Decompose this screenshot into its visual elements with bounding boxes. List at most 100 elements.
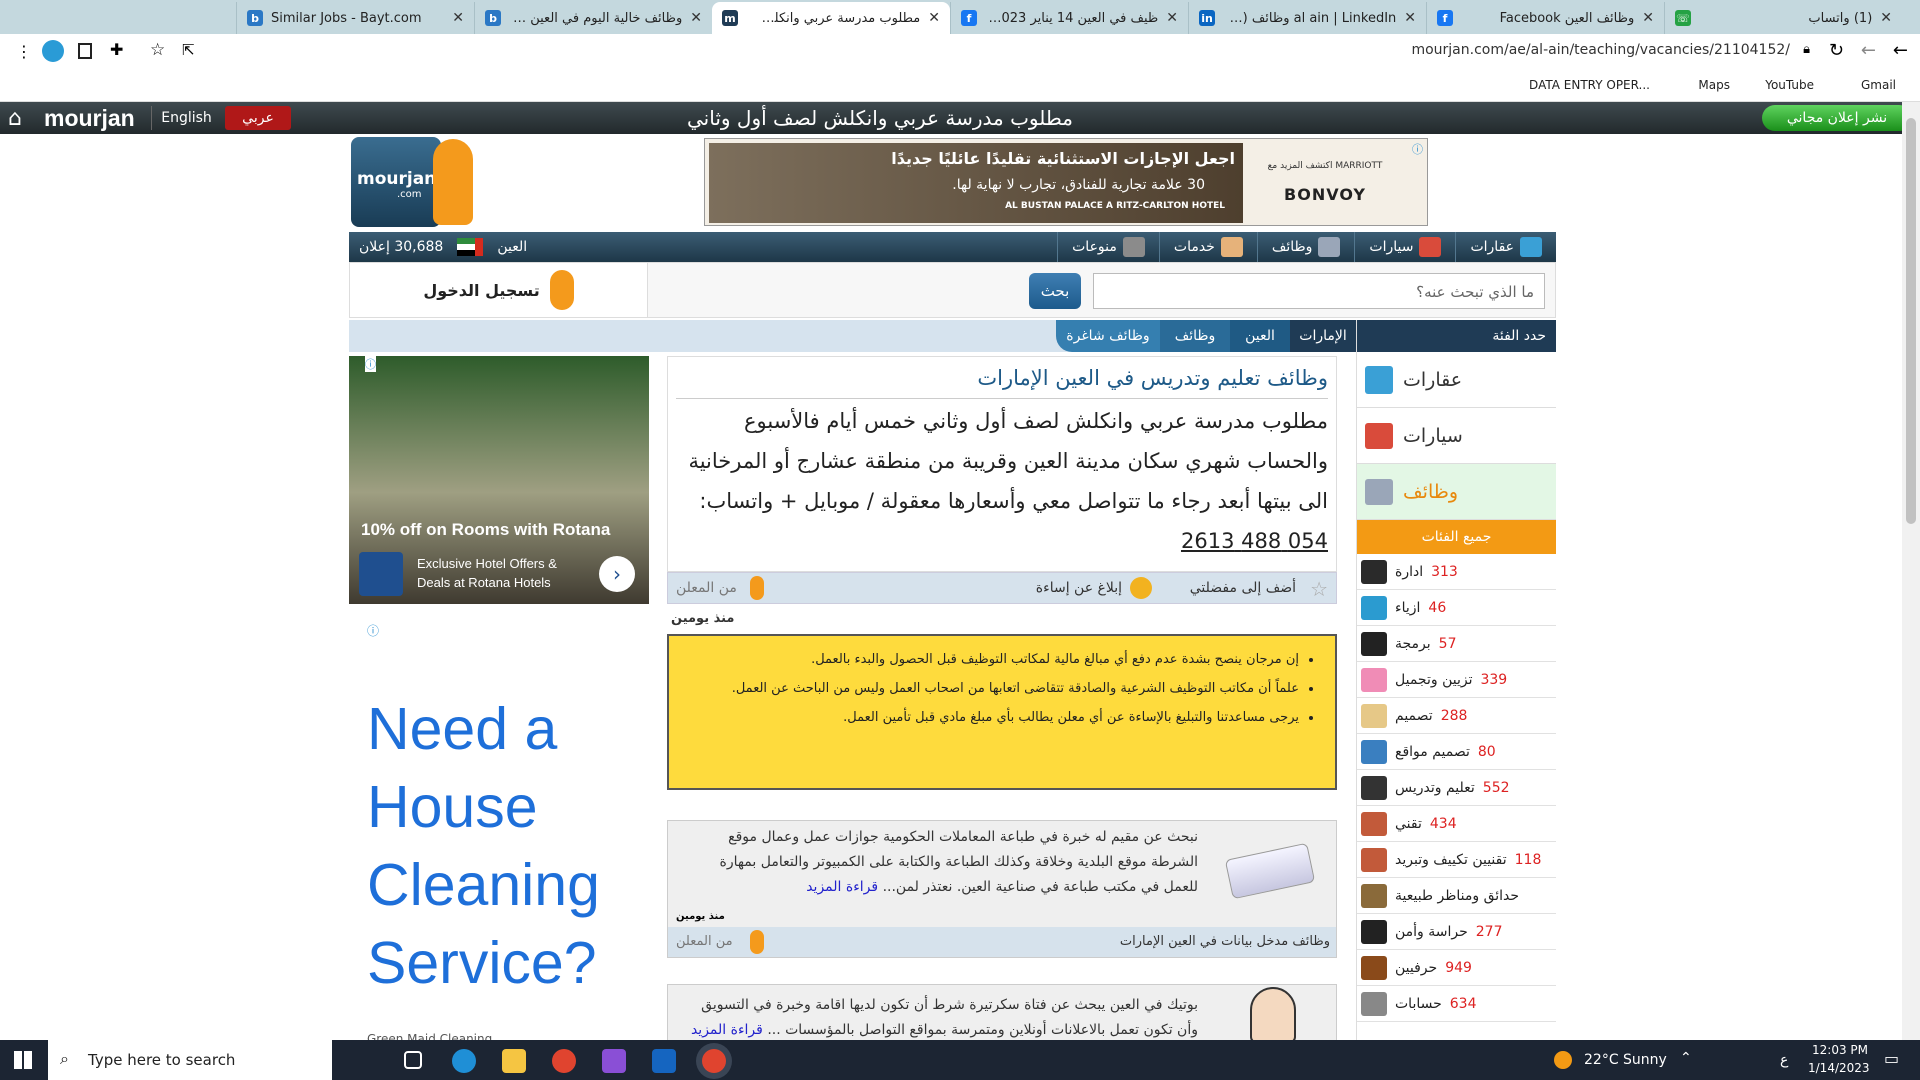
login-button[interactable]: تسجيل الدخول <box>350 263 648 317</box>
phone-link[interactable]: 054 488 2613 <box>1181 529 1328 553</box>
sidebar-subcat[interactable]: ادارة 313 <box>1357 554 1556 590</box>
search-button[interactable]: بحث <box>1029 273 1081 309</box>
chrome-icon[interactable] <box>552 1049 576 1073</box>
language-indicator[interactable]: ع <box>1780 1052 1788 1068</box>
nav-services[interactable]: خدمات <box>1158 232 1257 262</box>
tab[interactable]: f وظائف العين Facebook ✕ <box>1426 2 1664 34</box>
chevron-right-icon[interactable]: › <box>599 556 635 592</box>
sidebar-subcat[interactable]: تقنيين تكييف وتبريد 118 <box>1357 842 1556 878</box>
tab[interactable]: ☏ (1) واتساب ✕ <box>1664 2 1902 34</box>
cleaning-ad[interactable]: ⓘ Need a House Cleaning Service? Green M… <box>349 620 649 1046</box>
windows-start-icon[interactable] <box>14 1051 32 1069</box>
reload-icon[interactable]: ↻ <box>1829 40 1844 61</box>
mourjan-logo[interactable]: mourjan <box>44 105 135 132</box>
clock-time[interactable]: 12:03 PM <box>1812 1043 1868 1057</box>
related-listing[interactable]: بوتيك في العين يبحث عن فتاة سكرتيرة شرط … <box>667 984 1337 1044</box>
favorite-star-icon[interactable]: ☆ <box>1310 577 1328 601</box>
nav-misc[interactable]: منوعات <box>1057 232 1159 262</box>
page-scrollbar[interactable] <box>1902 102 1920 1040</box>
mourjan-mascot-logo[interactable]: mourjan .com <box>351 137 491 229</box>
lang-arabic-link[interactable]: عربي <box>225 106 291 130</box>
bookmark-data-entry[interactable]: DATA ENTRY OPER... <box>1529 78 1650 92</box>
sidebar-subcat[interactable]: حراسة وأمن 277 <box>1357 914 1556 950</box>
sidebar-item-cars[interactable]: سيارات <box>1357 408 1556 464</box>
tab[interactable]: b Similar Jobs - Bayt.com ✕ <box>236 2 474 34</box>
tab-close-icon[interactable]: ✕ <box>1404 10 1416 26</box>
sidebar-subcat[interactable]: تصميم مواقع 80 <box>1357 734 1556 770</box>
home-icon[interactable]: ⌂ <box>8 106 22 131</box>
breadcrumb-jobs[interactable]: وظائف <box>1160 320 1230 352</box>
menu-dots-icon[interactable]: ⋮ <box>16 42 32 61</box>
tab-close-icon[interactable]: ✕ <box>1642 10 1654 26</box>
search-input[interactable]: ما الذي تبحث عنه؟ <box>1093 273 1545 309</box>
scrollbar-thumb[interactable] <box>1906 118 1916 524</box>
ad-info-icon[interactable]: ⓘ <box>367 622 379 639</box>
sidebar-icon[interactable] <box>78 43 92 59</box>
read-more-link[interactable]: قراءة المزيد <box>806 879 878 895</box>
read-more-link[interactable]: قراءة المزيد <box>691 1022 763 1038</box>
tab[interactable]: b وظائف خالية اليوم في العين (يناير ✕ <box>474 2 712 34</box>
sidebar-item-real-estate[interactable]: عقارات <box>1357 352 1556 408</box>
nav-jobs[interactable]: وظائف <box>1256 232 1355 262</box>
weather-text[interactable]: 22°C Sunny <box>1584 1052 1667 1068</box>
task-view-icon[interactable] <box>404 1051 422 1069</box>
url-field[interactable]: mourjan.com/ae/al-ain/teaching/vacancies… <box>1411 42 1790 58</box>
tab-close-icon[interactable]: ✕ <box>1166 10 1178 26</box>
bookmark-maps[interactable]: Maps <box>1698 78 1730 92</box>
city-label[interactable]: العين <box>497 239 527 255</box>
breadcrumb-vacancies[interactable]: وظائف شاغرة <box>1056 320 1160 352</box>
report-abuse-link[interactable]: إبلاغ عن إساءة <box>1036 580 1122 596</box>
tray-chevron-icon[interactable]: ⌃ <box>1680 1050 1692 1066</box>
star-icon[interactable]: ☆ <box>150 40 165 60</box>
lock-icon[interactable]: 🔒︎ <box>1803 42 1810 57</box>
post-free-ad-button[interactable]: نشر إعلان مجاني <box>1762 105 1912 131</box>
top-banner-ad[interactable]: اجعل الإجازات الاستثنائية تقليدًا عائليً… <box>704 138 1428 226</box>
notification-icon[interactable]: ▭ <box>1884 1049 1899 1068</box>
listing-category-title[interactable]: وظائف تعليم وتدريس في العين الإمارات <box>676 357 1328 399</box>
sidebar-item-jobs[interactable]: وظائف <box>1357 464 1556 520</box>
edge-icon[interactable] <box>452 1049 476 1073</box>
outlook-icon[interactable] <box>652 1049 676 1073</box>
add-favorite-link[interactable]: أضف إلى مفضلتي <box>1190 580 1296 596</box>
sidebar-subcat[interactable]: ازياء 46 <box>1357 590 1556 626</box>
back-icon[interactable]: ← <box>1861 40 1876 61</box>
sidebar-subcat[interactable]: تصميم 288 <box>1357 698 1556 734</box>
chrome-active-icon[interactable] <box>702 1049 726 1073</box>
sidebar-subcat[interactable]: تقني 434 <box>1357 806 1556 842</box>
tab-close-icon[interactable]: ✕ <box>928 10 940 26</box>
tab-close-icon[interactable]: ✕ <box>1880 10 1892 26</box>
tab[interactable]: fظيف في العين 14 يناير 2023 886✕ <box>950 2 1188 34</box>
sidebar-all-categories[interactable]: جميع الفئات <box>1357 520 1556 554</box>
ad-info-icon[interactable]: ⓘ <box>365 356 376 372</box>
file-explorer-icon[interactable] <box>502 1049 526 1073</box>
clock-date[interactable]: 1/14/2023 <box>1808 1061 1870 1075</box>
bookmark-gmail[interactable]: Gmail <box>1861 78 1896 92</box>
ad-info-icon[interactable]: ⓘ <box>1412 141 1423 157</box>
related-listing[interactable]: نبحث عن مقيم له خبرة في طباعة المعاملات … <box>667 820 1337 958</box>
sidebar-subcat[interactable]: برمجة 57 <box>1357 626 1556 662</box>
lang-english-link[interactable]: English <box>151 106 221 130</box>
sidebar-subcat[interactable]: حدائق ومناظر طبيعية <box>1357 878 1556 914</box>
forward-icon[interactable]: ← <box>1893 40 1908 61</box>
tab-close-icon[interactable]: ✕ <box>690 10 702 26</box>
warning-item: علماً أن مكاتب التوظيف الشرعية والصادقة … <box>689 679 1299 698</box>
sidebar-subcat[interactable]: حسابات 634 <box>1357 986 1556 1022</box>
sidebar-subcat[interactable]: حرفيين 949 <box>1357 950 1556 986</box>
rotana-ad[interactable]: ⓘ 10% off on Rooms with Rotana Exclusive… <box>349 356 649 604</box>
visual-studio-icon[interactable] <box>602 1049 626 1073</box>
share-icon[interactable]: ⇱ <box>182 41 195 59</box>
nav-cars[interactable]: سيارات <box>1354 232 1455 262</box>
related-category-link[interactable]: وظائف مدخل بيانات في العين الإمارات <box>1120 934 1330 949</box>
tab[interactable]: inal ain | LinkedIn وظائف (12)✕ <box>1188 2 1426 34</box>
breadcrumb-emirates[interactable]: الإمارات <box>1290 320 1356 352</box>
breadcrumb-alain[interactable]: العين <box>1230 320 1290 352</box>
tab-active[interactable]: mمطلوب مدرسة عربي وانكلش لصف✕ <box>712 2 950 34</box>
sidebar-subcat[interactable]: تعليم وتدريس 552 <box>1357 770 1556 806</box>
bookmark-youtube[interactable]: YouTube <box>1765 78 1814 92</box>
puzzle-icon[interactable]: ✚ <box>110 40 123 59</box>
nav-real-estate[interactable]: عقارات <box>1455 232 1556 262</box>
tab-close-icon[interactable]: ✕ <box>452 10 464 26</box>
taskbar-search[interactable]: ⌕ Type here to search <box>48 1040 332 1080</box>
sidebar-subcat[interactable]: تزيين وتجميل 339 <box>1357 662 1556 698</box>
extension-icon[interactable] <box>42 40 64 62</box>
